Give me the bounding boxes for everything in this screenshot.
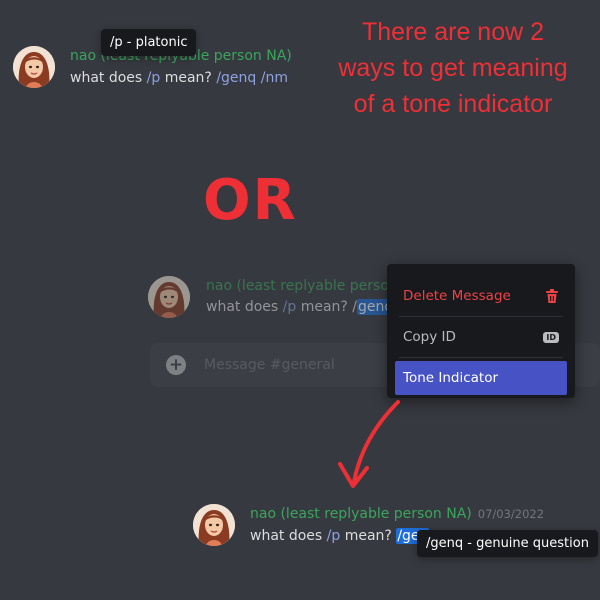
copy-id-item[interactable]: Copy ID ID bbox=[395, 320, 567, 354]
delete-message-item[interactable]: Delete Message bbox=[395, 279, 567, 313]
plus-icon[interactable]: + bbox=[166, 355, 186, 375]
message-input-placeholder: Message #general bbox=[204, 357, 335, 373]
copy-id-label: Copy ID bbox=[403, 329, 456, 345]
username-row: nao (least replyable person NA) 07/03/202… bbox=[250, 506, 544, 522]
delete-message-label: Delete Message bbox=[403, 288, 511, 304]
username[interactable]: nao (least replyable person NA) bbox=[250, 506, 472, 522]
message-text-prefix: what does bbox=[206, 299, 283, 315]
arrow-annotation bbox=[338, 400, 400, 488]
message-text-mid: mean? bbox=[340, 528, 397, 544]
tone-indicator-tooltip: /genq - genuine question bbox=[417, 530, 598, 557]
message-text-mid: mean? / bbox=[296, 299, 358, 315]
tone-indicator-item[interactable]: Tone Indicator bbox=[395, 361, 567, 395]
avatar[interactable] bbox=[193, 504, 235, 546]
tone-indicator-p[interactable]: /p bbox=[283, 299, 297, 315]
message-text: what does /p mean? /genq bbox=[206, 299, 395, 315]
tone-indicator-p[interactable]: /p bbox=[327, 528, 341, 544]
timestamp: 07/03/2022 bbox=[477, 507, 545, 521]
menu-divider bbox=[399, 357, 563, 358]
username[interactable]: nao (least replyable person bbox=[206, 278, 398, 294]
message-text-prefix: what does bbox=[250, 528, 327, 544]
message-text: what does /p mean? /gen bbox=[250, 528, 430, 544]
tone-indicator-label: Tone Indicator bbox=[403, 370, 499, 386]
avatar[interactable] bbox=[148, 276, 190, 318]
avatar-image bbox=[148, 276, 190, 318]
context-menu: Delete Message Copy ID ID Tone Indicator bbox=[387, 264, 575, 398]
trash-icon bbox=[546, 288, 558, 303]
id-badge-icon: ID bbox=[543, 331, 559, 343]
context-menu-clipped-item bbox=[387, 264, 575, 276]
avatar-image bbox=[193, 504, 235, 546]
menu-divider bbox=[399, 316, 563, 317]
